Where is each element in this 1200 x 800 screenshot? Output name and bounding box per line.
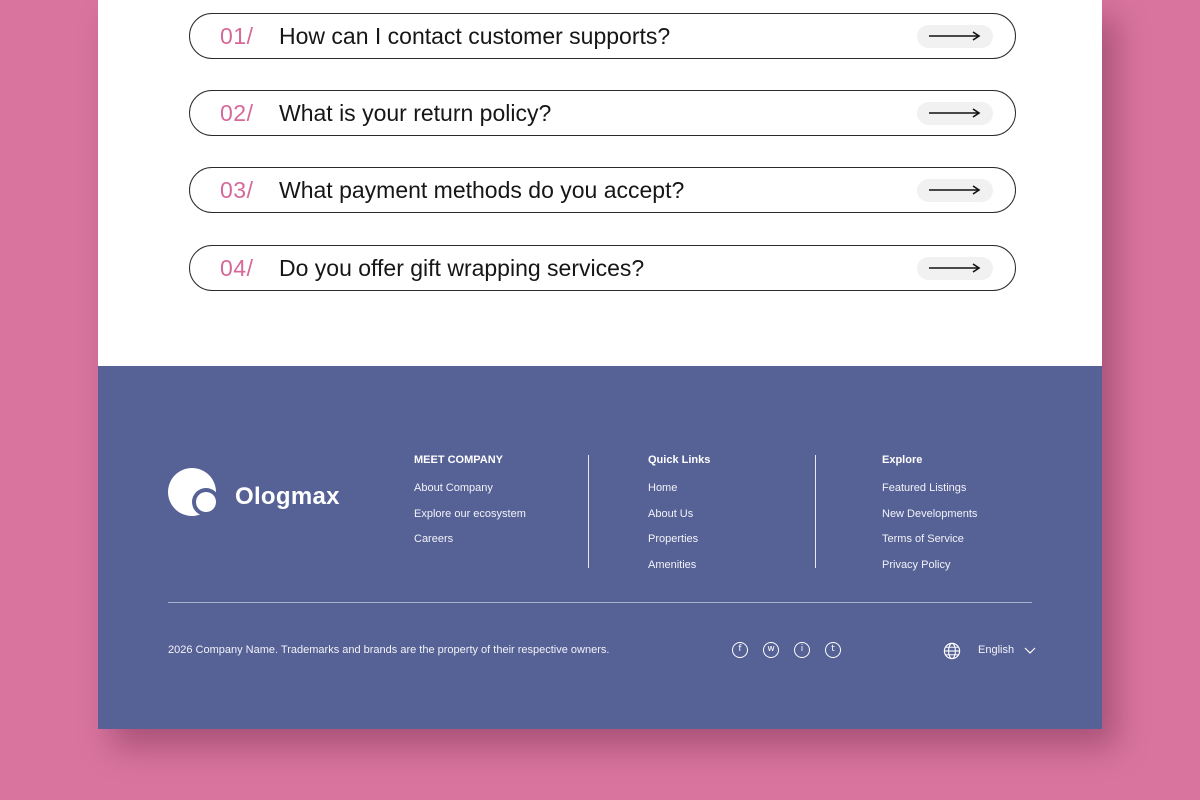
- column-divider: [588, 455, 589, 568]
- logo-icon: [168, 468, 220, 516]
- faq-question: How can I contact customer supports?: [279, 23, 671, 49]
- copyright-text: 2026 Company Name. Trademarks and brands…: [168, 644, 610, 656]
- expand-button[interactable]: [917, 179, 993, 202]
- arrow-right-icon: [929, 185, 981, 195]
- footer-divider: [168, 602, 1032, 603]
- footer: Ologmax MEET COMPANY About Company Explo…: [98, 366, 1102, 729]
- footer-link[interactable]: About Us: [648, 507, 710, 521]
- wordpress-icon[interactable]: w: [763, 642, 779, 658]
- column-title: MEET COMPANY: [414, 454, 504, 466]
- faq-question: What payment methods do you accept?: [279, 177, 685, 203]
- brand-name: Ologmax: [235, 483, 340, 510]
- faq-number: 03/: [220, 177, 254, 203]
- faq-question: Do you offer gift wrapping services?: [279, 255, 645, 281]
- footer-link[interactable]: Home: [648, 481, 710, 495]
- faq-item[interactable]: 02/ What is your return policy?: [189, 90, 1016, 136]
- arrow-right-icon: [929, 31, 981, 41]
- faq-item[interactable]: 03/ What payment methods do you accept?: [189, 167, 1016, 213]
- arrow-right-icon: [929, 263, 981, 273]
- faq-number: 04/: [220, 255, 254, 281]
- footer-column-company: MEET COMPANY About Company Explore our e…: [414, 453, 526, 558]
- footer-link[interactable]: New Developments: [882, 507, 977, 521]
- footer-column-quick-links: Quick Links Home About Us Properties Ame…: [648, 453, 710, 583]
- page: 01/ How can I contact customer supports?…: [98, 0, 1102, 729]
- footer-link[interactable]: Privacy Policy: [882, 558, 977, 572]
- faq-number: 01/: [220, 23, 254, 49]
- footer-link[interactable]: Featured Listings: [882, 481, 977, 495]
- faq-question: What is your return policy?: [279, 100, 552, 126]
- arrow-right-icon: [929, 108, 981, 118]
- footer-column-explore: Explore Featured Listings New Developmen…: [882, 453, 977, 583]
- expand-button[interactable]: [917, 257, 993, 280]
- column-title: Explore: [882, 454, 923, 466]
- faq-item[interactable]: 01/ How can I contact customer supports?: [189, 13, 1016, 59]
- tumblr-icon[interactable]: t: [825, 642, 841, 658]
- column-divider: [815, 455, 816, 568]
- footer-link[interactable]: Terms of Service: [882, 532, 977, 546]
- faq-item[interactable]: 04/ Do you offer gift wrapping services?: [189, 245, 1016, 291]
- footer-link[interactable]: About Company: [414, 481, 526, 495]
- footer-link[interactable]: Explore our ecosystem: [414, 507, 526, 521]
- column-title: Quick Links: [648, 454, 711, 466]
- faq-number: 02/: [220, 100, 254, 126]
- globe-icon[interactable]: [943, 642, 961, 660]
- info-icon[interactable]: i: [794, 642, 810, 658]
- expand-button[interactable]: [917, 25, 993, 48]
- footer-link[interactable]: Careers: [414, 532, 526, 546]
- faq-section: 01/ How can I contact customer supports?…: [98, 0, 1102, 366]
- language-selector[interactable]: English: [978, 644, 1014, 656]
- facebook-icon[interactable]: f: [732, 642, 748, 658]
- chevron-down-icon[interactable]: [1024, 647, 1036, 655]
- footer-link[interactable]: Properties: [648, 532, 710, 546]
- footer-link[interactable]: Amenities: [648, 558, 710, 572]
- expand-button[interactable]: [917, 102, 993, 125]
